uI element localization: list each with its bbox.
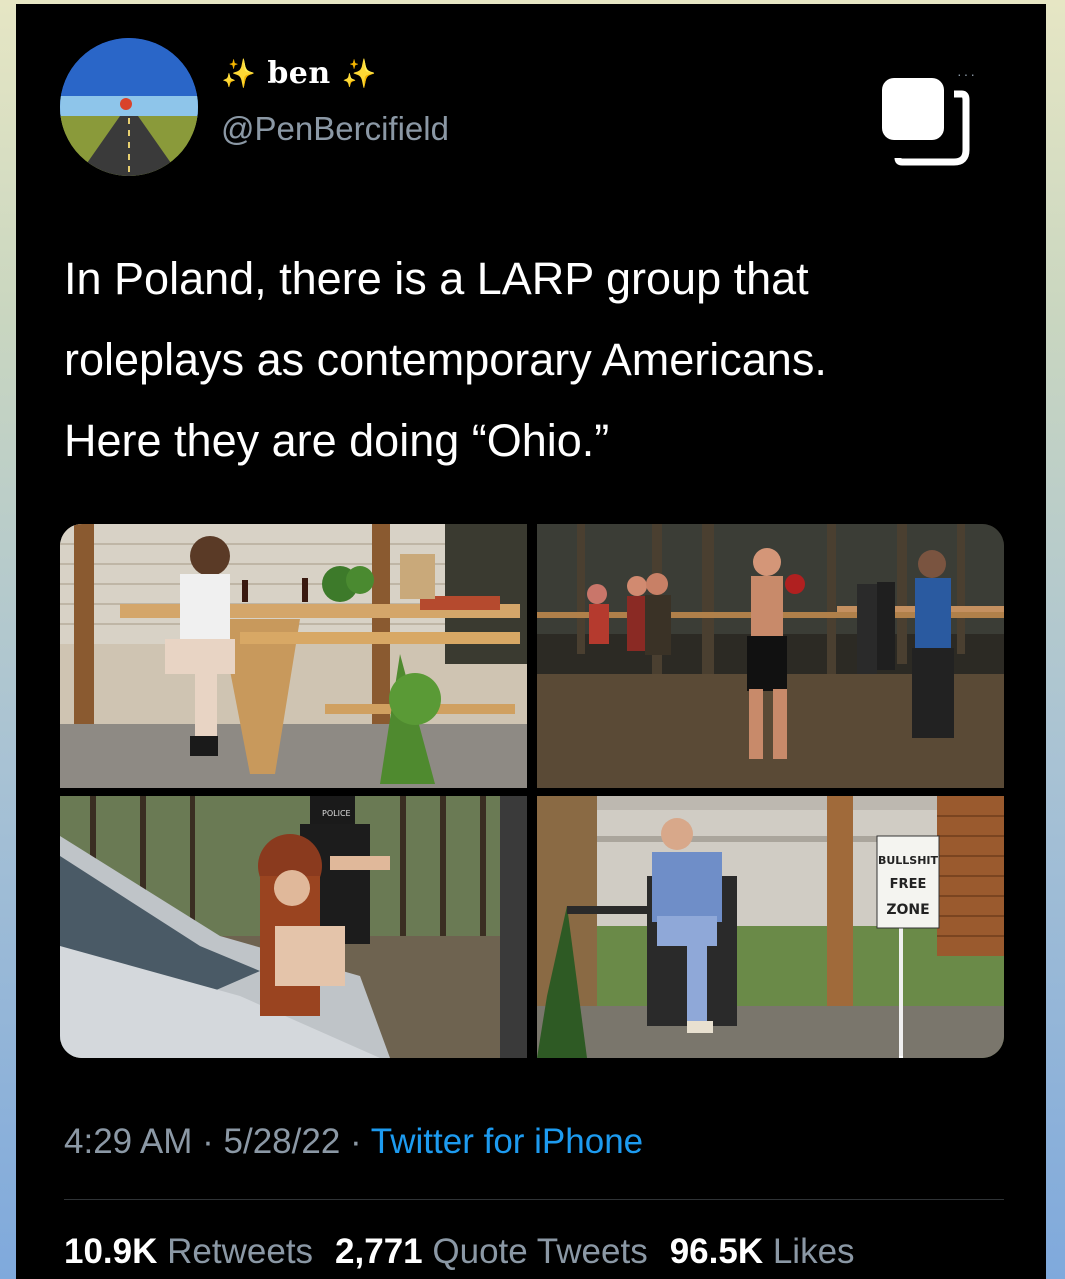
sparkle-icon: ✨ (221, 57, 257, 90)
quote-tweets-stat[interactable]: 2,771 Quote Tweets (335, 1232, 648, 1271)
quote-tweets-label: Quote Tweets (432, 1232, 648, 1271)
tweet-stats-row: 10.9K Retweets 2,771 Quote Tweets 96.5K Li… (64, 1232, 855, 1272)
copy-icon[interactable] (876, 72, 971, 167)
tweet-timestamp-row: 4:29 AM · 5/28/22 · Twitter for iPhone (64, 1122, 643, 1162)
photo-police-car[interactable]: POLICE (60, 796, 527, 1058)
tweet-text-line: Here they are doing “Ohio.” (64, 415, 610, 466)
display-name[interactable]: ✨ ben ✨ (221, 56, 377, 91)
cap-text: POLICE (322, 809, 351, 818)
retweets-label: Retweets (167, 1232, 314, 1271)
tweet-card: ✨ ben ✨ @PenBercifield ··· In Poland, th… (16, 4, 1046, 1279)
divider (64, 1199, 1004, 1200)
tweet-text-line: In Poland, there is a LARP group that (64, 253, 809, 304)
retweets-stat[interactable]: 10.9K Retweets (64, 1232, 313, 1271)
separator: · (192, 1122, 224, 1161)
avatar[interactable] (60, 38, 198, 176)
sign-text-line: FREE (890, 877, 927, 892)
likes-stat[interactable]: 96.5K Likes (670, 1232, 855, 1271)
tweet-source-link[interactable]: Twitter for iPhone (371, 1122, 643, 1161)
sign-text-line: BULLSHIT (878, 854, 939, 867)
photo-boxing[interactable] (537, 524, 1004, 788)
display-name-text: ben (267, 56, 331, 91)
sparkle-icon: ✨ (341, 57, 378, 90)
user-handle[interactable]: @PenBercifield (221, 110, 449, 148)
likes-label: Likes (772, 1232, 855, 1271)
separator: · (340, 1122, 371, 1161)
tweet-date[interactable]: 5/28/22 (224, 1122, 341, 1161)
likes-count: 96.5K (669, 1232, 764, 1271)
media-grid: POLICE BULLSHIT FREE ZONE (60, 524, 1004, 1058)
photo-porch[interactable] (60, 524, 527, 788)
photo-bullshit-free-zone[interactable]: BULLSHIT FREE ZONE (537, 796, 1004, 1058)
retweets-count: 10.9K (64, 1232, 158, 1271)
tweet-text: In Poland, there is a LARP group that ro… (64, 238, 1024, 481)
quote-tweets-count: 2,771 (335, 1232, 423, 1271)
tweet-text-line: roleplays as contemporary Americans. (64, 334, 827, 385)
tweet-time[interactable]: 4:29 AM (64, 1122, 192, 1161)
sign-text-line: ZONE (886, 902, 929, 918)
